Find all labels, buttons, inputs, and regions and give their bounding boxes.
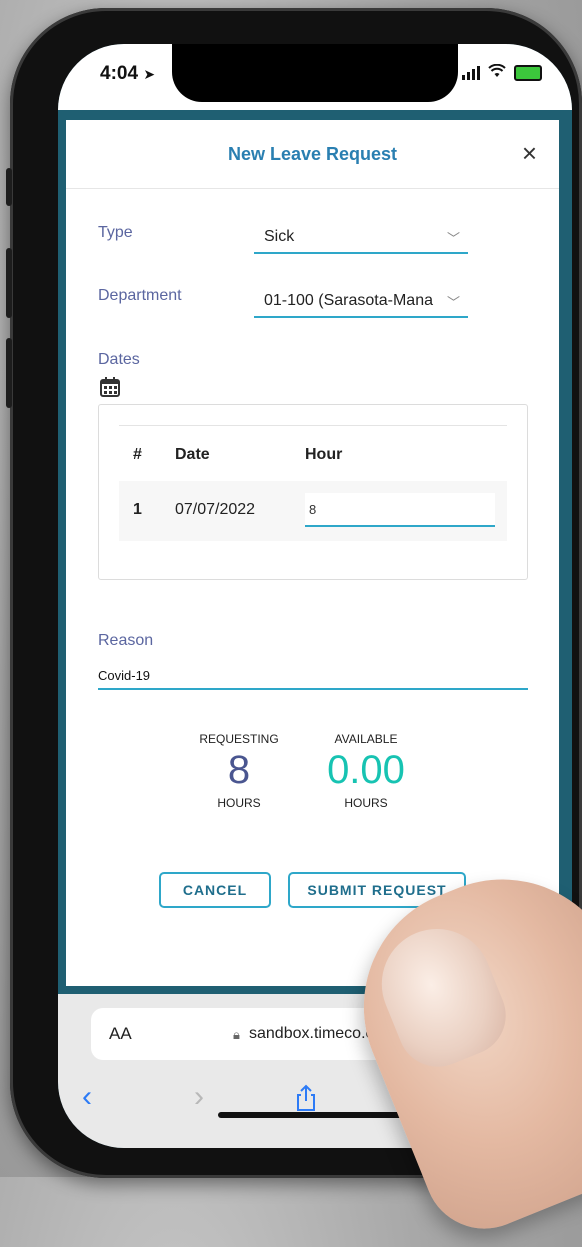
available-unit: HOURS [344, 796, 388, 810]
calendar-icon[interactable] [99, 376, 121, 403]
back-arrow-icon[interactable]: ‹ [82, 1080, 92, 1114]
notch [172, 44, 458, 102]
location-arrow-icon: ➤ [143, 66, 156, 82]
chevron-down-icon: ﹀ [446, 231, 460, 246]
battery-charging-icon [514, 64, 542, 81]
status-time: 4:04 ➤ [100, 63, 156, 84]
requesting-label: REQUESTING [199, 732, 279, 746]
type-label: Type [98, 224, 133, 241]
silent-switch [6, 168, 12, 206]
cell-signal-icon [462, 65, 480, 80]
col-header-hour: Hour [305, 446, 343, 463]
available-label: AVAILABLE [334, 732, 398, 746]
volume-down-button [6, 338, 12, 408]
department-select[interactable]: 01-100 (Sarasota-Mana ﹀ [254, 284, 468, 318]
forward-arrow-icon[interactable]: › [194, 1080, 204, 1114]
type-select[interactable]: Sick ﹀ [254, 220, 468, 254]
table-header: # Date Hour [119, 425, 507, 484]
department-label: Department [98, 287, 182, 304]
available-stat: AVAILABLE 0.00 HOURS [306, 732, 426, 810]
lock-icon: 🔒︎ [233, 1027, 240, 1042]
reason-label: Reason [98, 632, 154, 649]
reason-field[interactable]: Covid-19 [98, 664, 528, 690]
hour-input[interactable] [305, 493, 495, 527]
chevron-down-icon: ﹀ [446, 295, 460, 310]
close-button[interactable]: × [522, 140, 537, 166]
reader-settings-button[interactable]: AA [109, 1024, 132, 1044]
volume-up-button [6, 248, 12, 318]
col-header-date: Date [175, 446, 210, 463]
dates-label: Dates [98, 351, 140, 368]
modal-title: New Leave Request [227, 144, 398, 164]
department-select-value: 01-100 (Sarasota-Mana [264, 292, 433, 309]
requesting-stat: REQUESTING 8 HOURS [179, 732, 299, 810]
requesting-unit: HOURS [217, 796, 261, 810]
status-icons [462, 63, 542, 81]
fingernail [365, 912, 518, 1079]
table-row: 1 07/07/2022 [119, 481, 507, 541]
col-header-number: # [133, 446, 142, 463]
dates-table-container: # Date Hour 1 07/07/2022 [98, 404, 528, 580]
cancel-button[interactable]: CANCEL [159, 872, 271, 908]
available-value: 0.00 [327, 748, 405, 792]
row-number: 1 [133, 501, 142, 518]
requesting-value: 8 [227, 748, 251, 792]
status-bar: 4:04 ➤ [58, 44, 572, 110]
leave-request-modal: New Leave Request × Type Sick ﹀ Departme… [66, 120, 559, 986]
modal-header: New Leave Request × [66, 120, 559, 189]
type-select-value: Sick [264, 228, 295, 245]
row-date: 07/07/2022 [175, 501, 256, 518]
reason-value: Covid-19 [98, 668, 151, 683]
home-indicator [218, 1112, 416, 1118]
wifi-icon [488, 63, 506, 81]
